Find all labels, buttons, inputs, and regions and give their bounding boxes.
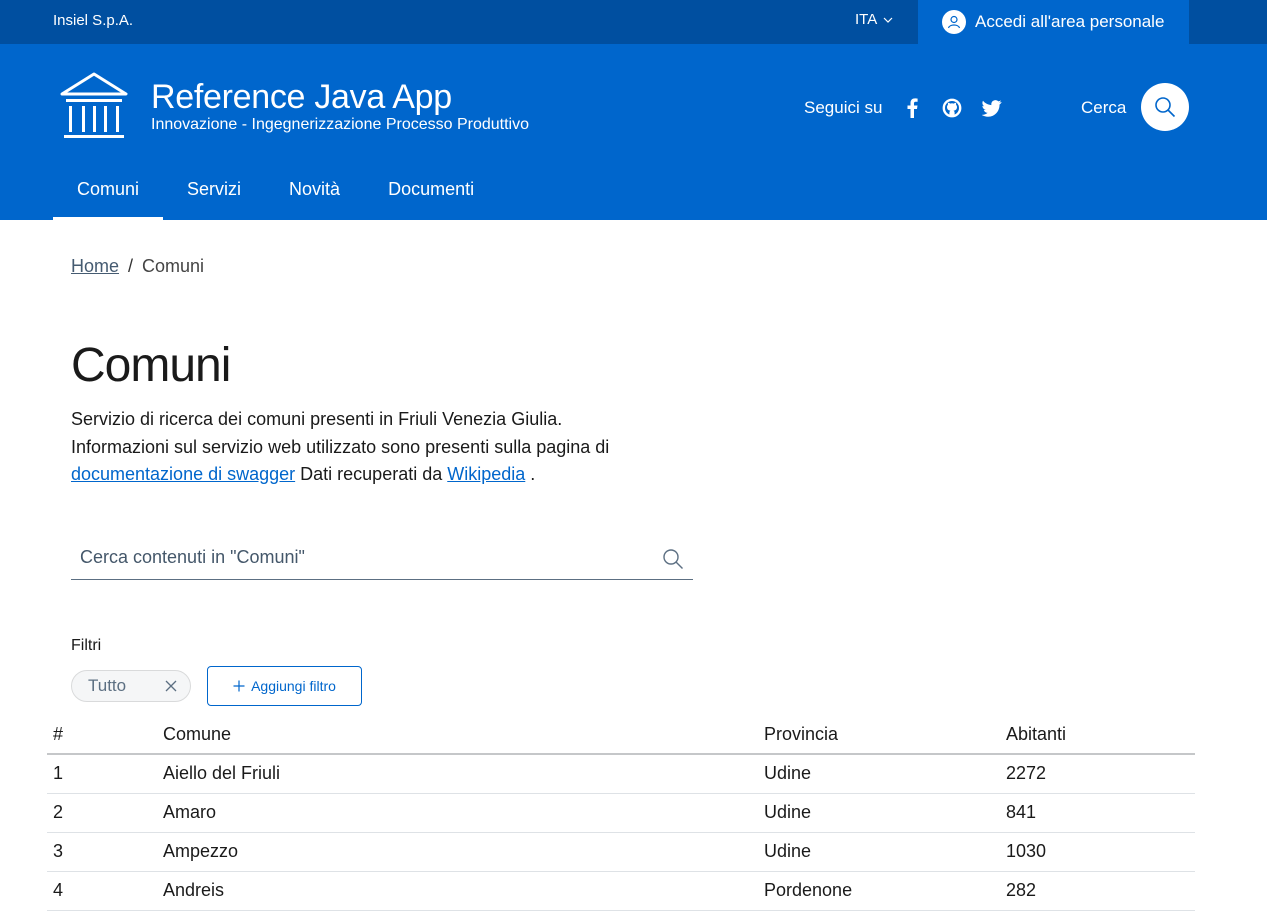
search-box bbox=[71, 538, 693, 580]
breadcrumb-separator: / bbox=[128, 256, 134, 276]
twitter-icon[interactable] bbox=[982, 98, 1002, 118]
swagger-link[interactable]: documentazione di swagger bbox=[71, 464, 295, 484]
col-header-index[interactable]: # bbox=[47, 716, 157, 755]
github-icon[interactable] bbox=[942, 98, 962, 118]
desc-mid: Dati recuperati da bbox=[300, 464, 443, 484]
brand-subtitle: Innovazione - Ingegnerizzazione Processo… bbox=[151, 116, 529, 133]
page-title: Comuni bbox=[71, 339, 231, 392]
slim-header: Insiel S.p.A. ITA Accedi all'area person… bbox=[0, 0, 1267, 44]
center-header: Reference Java App Innovazione - Ingegne… bbox=[0, 44, 1267, 220]
breadcrumb-current: Comuni bbox=[142, 256, 205, 276]
cell-index: 3 bbox=[47, 832, 157, 872]
filter-chip-label: Tutto bbox=[88, 676, 127, 695]
nav-item-documenti[interactable]: Documenti bbox=[364, 164, 498, 220]
chevron-down-icon bbox=[883, 17, 893, 23]
cell-abitanti: 841 bbox=[1000, 793, 1195, 833]
comuni-table: # Comune Provincia Abitanti 1 Aiello del… bbox=[47, 716, 1195, 911]
wikipedia-link[interactable]: Wikipedia bbox=[447, 464, 525, 484]
cell-comune: Aiello del Friuli bbox=[157, 754, 758, 794]
language-label: ITA bbox=[855, 11, 878, 28]
login-label: Accedi all'area personale bbox=[975, 12, 1165, 31]
table-row[interactable]: 1 Aiello del Friuli Udine 2272 bbox=[47, 754, 1195, 794]
institution-icon bbox=[60, 72, 128, 138]
cell-index: 1 bbox=[47, 754, 157, 794]
desc-line-1: Servizio di ricerca dei comuni presenti … bbox=[71, 409, 563, 429]
cell-provincia: Udine bbox=[758, 793, 1000, 833]
col-header-provincia[interactable]: Provincia bbox=[758, 716, 1000, 755]
social-links: Seguici su bbox=[804, 98, 1022, 118]
search-label: Cerca bbox=[1081, 98, 1127, 117]
table-header-row: # Comune Provincia Abitanti bbox=[47, 716, 1195, 755]
facebook-icon[interactable] bbox=[902, 98, 922, 118]
user-icon bbox=[942, 10, 966, 34]
cell-abitanti: 282 bbox=[1000, 871, 1195, 911]
plus-icon bbox=[233, 680, 245, 692]
org-link[interactable]: Insiel S.p.A. bbox=[53, 12, 133, 29]
table-row[interactable]: 2 Amaro Udine 841 bbox=[47, 793, 1195, 833]
desc-line-2: Informazioni sul servizio web utilizzato… bbox=[71, 436, 610, 457]
table-row[interactable]: 3 Ampezzo Udine 1030 bbox=[47, 832, 1195, 872]
cell-provincia: Pordenone bbox=[758, 871, 1000, 911]
main-nav: Comuni Servizi Novità Documenti bbox=[53, 164, 498, 220]
breadcrumb-home[interactable]: Home bbox=[71, 256, 119, 277]
breadcrumb: Home / Comuni bbox=[71, 256, 204, 277]
search-icon[interactable] bbox=[662, 548, 684, 570]
table-row[interactable]: 4 Andreis Pordenone 282 bbox=[47, 871, 1195, 911]
search-input[interactable] bbox=[71, 538, 631, 576]
nav-item-comuni[interactable]: Comuni bbox=[53, 164, 164, 220]
col-header-abitanti[interactable]: Abitanti bbox=[1000, 716, 1195, 755]
search-button[interactable] bbox=[1141, 83, 1189, 131]
desc-end: . bbox=[530, 464, 536, 484]
add-filter-label: Aggiungi filtro bbox=[251, 678, 336, 694]
cell-abitanti: 2272 bbox=[1000, 754, 1195, 794]
cell-index: 4 bbox=[47, 871, 157, 911]
search-icon bbox=[1155, 97, 1176, 118]
cell-abitanti: 1030 bbox=[1000, 832, 1195, 872]
nav-item-novita[interactable]: Novità bbox=[265, 164, 364, 220]
add-filter-button[interactable]: Aggiungi filtro bbox=[207, 666, 362, 706]
social-label: Seguici su bbox=[804, 98, 883, 117]
cell-comune: Amaro bbox=[157, 793, 758, 833]
nav-item-servizi[interactable]: Servizi bbox=[163, 164, 265, 220]
login-button[interactable]: Accedi all'area personale bbox=[918, 0, 1189, 44]
language-selector[interactable]: ITA bbox=[855, 11, 893, 28]
close-icon[interactable] bbox=[164, 679, 178, 693]
cell-index: 2 bbox=[47, 793, 157, 833]
cell-comune: Ampezzo bbox=[157, 832, 758, 872]
cell-comune: Andreis bbox=[157, 871, 758, 911]
filter-chip: Tutto bbox=[71, 670, 191, 702]
filters-label: Filtri bbox=[71, 637, 102, 654]
brand-title[interactable]: Reference Java App bbox=[151, 78, 452, 117]
cell-provincia: Udine bbox=[758, 754, 1000, 794]
col-header-comune[interactable]: Comune bbox=[157, 716, 758, 755]
page-description: Servizio di ricerca dei comuni presenti … bbox=[71, 406, 691, 489]
cell-provincia: Udine bbox=[758, 832, 1000, 872]
